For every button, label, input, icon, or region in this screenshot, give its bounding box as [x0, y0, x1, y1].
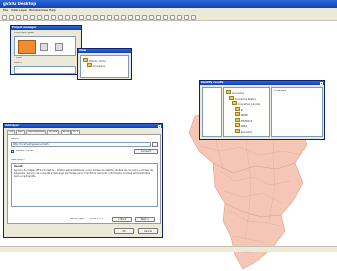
table-doc-icon[interactable] — [40, 43, 48, 51]
identify-tree[interactable]: Concelhos Concelhos feature Concelhos_bo… — [223, 87, 270, 137]
ok-button[interactable]: OK — [114, 228, 134, 234]
add-layer-titlebar[interactable]: Add layer — [4, 124, 162, 128]
server-dropdown[interactable] — [152, 142, 158, 147]
toolbar-button-icon[interactable] — [58, 14, 63, 20]
folder-icon — [235, 112, 240, 116]
server-type-value: WMS 1.1.1 — [90, 218, 103, 220]
folder-icon — [232, 101, 237, 105]
server-url-field[interactable]: http://localhost/geoserver/wfs — [11, 142, 151, 147]
toc-entry[interactable]: Cusum — [14, 62, 22, 64]
add-layer-dialog: Add layer File GPX GeoDatabase ArcIMS WM… — [3, 123, 163, 238]
server-label: Server — [11, 138, 19, 140]
refresh-cache-checkbox[interactable] — [11, 149, 14, 153]
layer-icon — [83, 58, 88, 62]
toolbar-button-icon[interactable] — [184, 14, 189, 20]
doc-types-panel — [14, 36, 76, 56]
tree-node[interactable]: geometry — [235, 128, 253, 134]
description-title: Result — [14, 165, 23, 168]
next-button[interactable]: Next > — [135, 217, 155, 222]
doc-types-label: Document types — [14, 32, 34, 34]
view-window: View Distrito_Clima Concelhos — [77, 48, 132, 80]
toolbar-button-icon[interactable] — [163, 14, 168, 20]
connect-button[interactable]: Connect — [134, 149, 158, 154]
project-manager-window: Project manager Document types View Cusu… — [10, 25, 82, 75]
toolbar-button-icon[interactable] — [37, 14, 42, 20]
list-item[interactable]: 1 — [17, 68, 19, 70]
menu-help[interactable]: Help — [49, 9, 56, 12]
toolbar-button-icon[interactable] — [2, 14, 7, 20]
view-doc-icon[interactable] — [18, 40, 36, 54]
close-icon[interactable] — [158, 124, 161, 128]
folder-icon — [226, 90, 231, 94]
toolbar — [0, 13, 337, 21]
map-doc-icon[interactable] — [55, 43, 63, 51]
toolbar-button-icon[interactable] — [107, 14, 112, 20]
menu-layer[interactable]: Layer — [19, 9, 27, 12]
identify-value: Portalegre — [274, 90, 287, 92]
toolbar-button-icon[interactable] — [114, 14, 119, 20]
view-window-titlebar[interactable]: View — [78, 49, 131, 53]
toolbar-button-icon[interactable] — [79, 14, 84, 20]
menu-file[interactable]: File — [3, 9, 8, 12]
toolbar-button-icon[interactable] — [23, 14, 28, 20]
toolbar-button-icon[interactable] — [142, 14, 147, 20]
views-list[interactable]: 1 — [14, 66, 76, 74]
toolbar-button-icon[interactable] — [44, 14, 49, 20]
cancel-button[interactable]: Cancel — [138, 228, 158, 234]
tab-content: Server http://localhost/geoserver/wfs Re… — [7, 134, 161, 224]
toolbar-button-icon[interactable] — [93, 14, 98, 20]
title-bar: gvSIG Desktop — [0, 0, 337, 8]
server-type-label: Server type — [70, 218, 84, 220]
doc-type-view-label: View — [16, 57, 22, 59]
folder-icon — [235, 123, 240, 127]
folder-icon — [235, 128, 240, 133]
back-button[interactable]: < Back — [112, 217, 132, 222]
description-text: Serviço de mapas WFS Concelhos - limites… — [14, 169, 154, 178]
close-icon[interactable] — [320, 81, 323, 85]
toolbar-button-icon[interactable] — [100, 14, 105, 20]
toolbar-button-icon[interactable] — [16, 14, 21, 20]
toolbar-button-icon[interactable] — [170, 14, 175, 20]
toc-sublayer[interactable]: Concelhos — [87, 63, 105, 68]
toolbar-button-icon[interactable] — [51, 14, 56, 20]
identify-titlebar[interactable]: Identify results — [200, 81, 324, 85]
toc-panel: Distrito_Clima Concelhos — [80, 55, 129, 78]
add-layer-title: Add layer — [5, 124, 19, 127]
toolbar-button-icon[interactable] — [30, 14, 35, 20]
project-manager-titlebar[interactable]: Project manager — [11, 26, 81, 30]
toolbar-button-icon[interactable] — [149, 14, 154, 20]
toolbar-button-icon[interactable] — [9, 14, 14, 20]
toolbar-button-icon[interactable] — [135, 14, 140, 20]
toolbar-button-icon[interactable] — [65, 14, 70, 20]
toolbar-button-icon[interactable] — [128, 14, 133, 20]
identify-title: Identify results — [201, 81, 224, 84]
toolbar-button-icon[interactable] — [177, 14, 182, 20]
sublayer-icon — [87, 63, 92, 67]
folder-icon — [235, 106, 240, 111]
description-area[interactable]: Result Serviço de mapas WFS Concelhos - … — [11, 163, 158, 207]
menu-window[interactable]: Window — [29, 9, 41, 12]
description-label: Description — [11, 159, 25, 161]
project-manager-title: Project manager — [12, 26, 37, 29]
toolbar-button-icon[interactable] — [121, 14, 126, 20]
folder-icon — [229, 95, 234, 100]
toolbar-button-icon[interactable] — [191, 14, 196, 20]
toolbar-button-icon[interactable] — [156, 14, 161, 20]
identify-dialog: Identify results Concelhos Concelhos fea… — [199, 80, 325, 140]
status-bar — [0, 246, 337, 252]
toolbar-button-icon[interactable] — [86, 14, 91, 20]
menu-view-2[interactable]: View — [41, 9, 48, 12]
refresh-cache-label: Refresh cache — [16, 150, 33, 152]
window-title: gvSIG Desktop — [3, 2, 37, 6]
identify-layer-list[interactable] — [202, 87, 222, 137]
identify-value-panel: Portalegre — [271, 87, 323, 137]
view-window-title: View — [79, 49, 87, 52]
folder-icon — [235, 117, 240, 122]
toolbar-button-icon[interactable] — [72, 14, 77, 20]
menu-view[interactable]: View — [11, 9, 18, 12]
tree-node-label: geometry — [240, 130, 253, 134]
